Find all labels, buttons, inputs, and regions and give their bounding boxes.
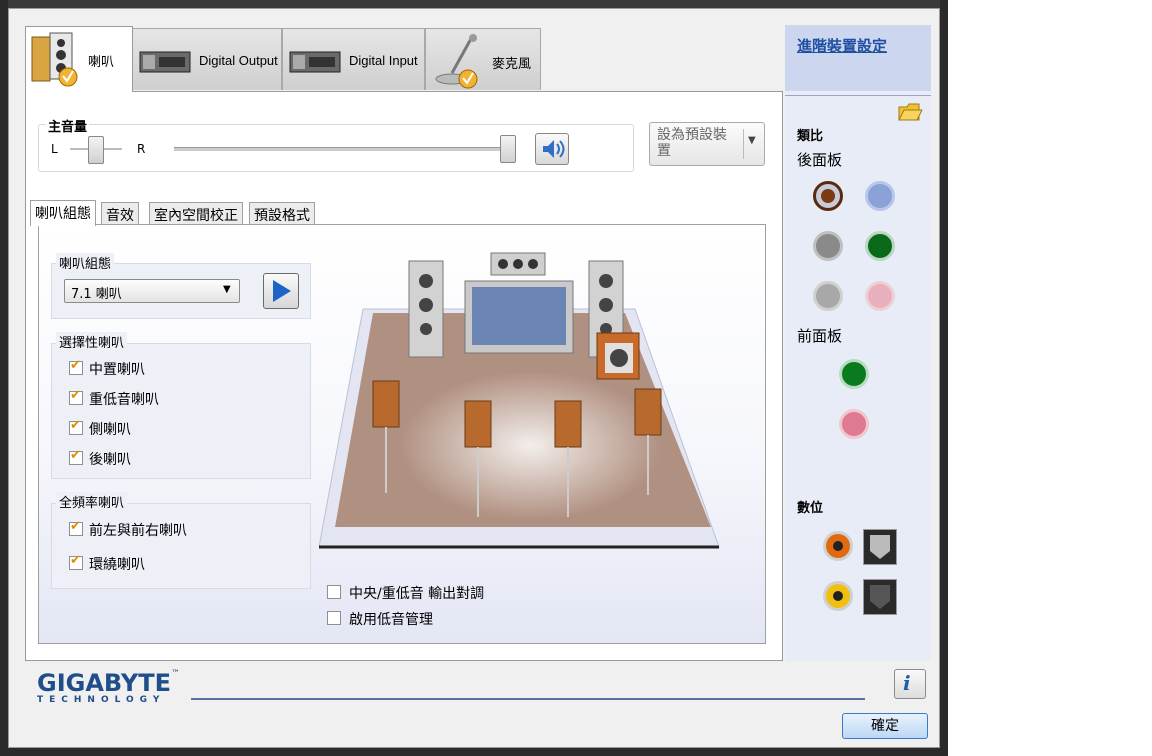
center-sub-swap-label: 中央/重低音 輸出對調 bbox=[349, 586, 485, 602]
microphone-icon bbox=[435, 34, 478, 89]
optical-output-port[interactable] bbox=[863, 529, 897, 565]
side-speaker-label: 側喇叭 bbox=[89, 422, 131, 438]
rear-speaker-checkbox[interactable] bbox=[69, 448, 83, 465]
tab-digital-input[interactable]: Digital Input bbox=[282, 28, 425, 90]
digital-input-icon bbox=[289, 51, 341, 73]
digital-output-icon bbox=[139, 51, 191, 73]
surround-checkbox[interactable] bbox=[69, 553, 83, 570]
speaker-config-select[interactable]: 7.1 喇叭 ▼ bbox=[64, 279, 240, 303]
optical-input-port[interactable] bbox=[863, 579, 897, 615]
gigabyte-logo: GIGABYTE™ TECHNOLOGY bbox=[37, 669, 180, 705]
optional-speakers-title: 選擇性喇叭 bbox=[56, 332, 128, 351]
tab-digital-output[interactable]: Digital Output bbox=[132, 28, 282, 90]
tab-default-format[interactable]: 預設格式 bbox=[249, 202, 315, 224]
front-lr-checkbox[interactable] bbox=[69, 519, 83, 536]
front-lr-label: 前左與前右喇叭 bbox=[89, 523, 187, 539]
set-default-divider bbox=[743, 129, 744, 159]
volume-track bbox=[174, 147, 508, 151]
optical-port-icon bbox=[870, 585, 890, 609]
config-content-area: 喇叭組態 7.1 喇叭 ▼ 選擇性喇叭 中置喇叭 重低音喇叭 側喇叭 後喇叭 全… bbox=[38, 224, 766, 644]
desktop-edge-left bbox=[0, 0, 8, 756]
audio-manager-window: 喇叭 Digital Output Digital Input 麥克風 主音量 … bbox=[8, 8, 940, 748]
tab-sound-effects[interactable]: 音效 bbox=[101, 202, 139, 224]
dropdown-arrow-icon: ▼ bbox=[223, 284, 231, 295]
digital-title: 數位 bbox=[797, 501, 824, 516]
tab-digital-input-label: Digital Input bbox=[349, 53, 418, 68]
tab-speaker[interactable]: 喇叭 bbox=[25, 26, 133, 92]
fullrange-speakers-title: 全頻率喇叭 bbox=[56, 492, 128, 511]
desktop-edge-bottom bbox=[0, 748, 948, 756]
subwoofer-label: 重低音喇叭 bbox=[89, 392, 159, 408]
analog-title: 類比 bbox=[797, 129, 824, 144]
brand-subtitle: TECHNOLOGY bbox=[37, 695, 166, 705]
optical-port-icon bbox=[870, 535, 890, 559]
desktop-edge-top bbox=[0, 0, 948, 8]
rear-panel-label: 後面板 bbox=[797, 151, 843, 169]
tab-microphone[interactable]: 麥克風 bbox=[425, 28, 541, 90]
main-volume-title: 主音量 bbox=[46, 116, 90, 135]
chevron-down-icon: ▼ bbox=[748, 135, 756, 146]
speaker-config-title: 喇叭組態 bbox=[56, 253, 115, 272]
footer-line bbox=[191, 698, 865, 700]
surround-label: 環繞喇叭 bbox=[89, 557, 145, 573]
bass-management-label: 啟用低音管理 bbox=[349, 612, 433, 628]
speaker-config-value: 7.1 喇叭 bbox=[71, 287, 122, 302]
tab-room-correction[interactable]: 室內空間校正 bbox=[149, 202, 243, 224]
side-speaker-checkbox[interactable] bbox=[69, 418, 83, 435]
speaker-icon bbox=[31, 32, 78, 87]
rear-jack-silver[interactable] bbox=[813, 281, 843, 311]
subwoofer-checkbox[interactable] bbox=[69, 388, 83, 405]
fullrange-speakers-group bbox=[51, 503, 311, 589]
front-jack-green[interactable] bbox=[839, 359, 869, 389]
speaker-volume-icon bbox=[543, 140, 565, 158]
balance-thumb[interactable] bbox=[88, 136, 104, 164]
rear-speaker-label: 後喇叭 bbox=[89, 452, 131, 468]
coaxial-input-jack[interactable] bbox=[823, 581, 853, 611]
info-icon: i bbox=[903, 671, 911, 695]
center-speaker-checkbox[interactable] bbox=[69, 358, 83, 375]
play-icon bbox=[273, 280, 291, 302]
tab-digital-output-label: Digital Output bbox=[199, 53, 278, 68]
folder-icon[interactable] bbox=[897, 99, 923, 123]
rear-jack-pink[interactable] bbox=[865, 281, 895, 311]
brand-tm: ™ bbox=[171, 669, 181, 679]
speaker-room-illustration bbox=[319, 252, 720, 549]
center-sub-swap-checkbox[interactable] bbox=[327, 585, 341, 599]
side-divider bbox=[785, 95, 931, 96]
rear-jack-blue[interactable] bbox=[865, 181, 895, 211]
coaxial-output-jack[interactable] bbox=[823, 531, 853, 561]
rear-jack-gray[interactable] bbox=[813, 231, 843, 261]
center-speaker-label: 中置喇叭 bbox=[89, 362, 145, 378]
balance-right-label: R bbox=[137, 142, 146, 156]
balance-left-label: L bbox=[51, 142, 58, 156]
brand-name: GIGABYTE bbox=[37, 669, 172, 697]
connector-side-panel: 進階裝置設定 類比 後面板 前面板 數位 bbox=[785, 25, 931, 661]
ok-button[interactable]: 確定 bbox=[842, 713, 928, 739]
tab-speaker-label: 喇叭 bbox=[88, 54, 115, 69]
front-jack-pink[interactable] bbox=[839, 409, 869, 439]
tab-speaker-config[interactable]: 喇叭組態 bbox=[30, 200, 96, 226]
set-default-label: 設為預設裝置 bbox=[657, 127, 727, 159]
speaker-panel: 主音量 L R 設為預設裝置 ▼ 喇叭組態 音效 室內空間校正 預設格式 喇叭組… bbox=[25, 91, 783, 661]
play-test-button[interactable] bbox=[263, 273, 299, 309]
advanced-settings-link[interactable]: 進階裝置設定 bbox=[797, 35, 887, 56]
rear-jack-orange[interactable] bbox=[813, 181, 843, 211]
rear-jack-green[interactable] bbox=[865, 231, 895, 261]
set-default-button[interactable]: 設為預設裝置 ▼ bbox=[649, 122, 765, 166]
desktop-edge-right bbox=[940, 0, 948, 756]
front-panel-label: 前面板 bbox=[797, 327, 843, 345]
volume-thumb[interactable] bbox=[500, 135, 516, 163]
bass-management-checkbox[interactable] bbox=[327, 611, 341, 625]
info-button[interactable]: i bbox=[894, 669, 926, 699]
mute-button[interactable] bbox=[535, 133, 569, 165]
tab-microphone-label: 麥克風 bbox=[492, 56, 532, 71]
